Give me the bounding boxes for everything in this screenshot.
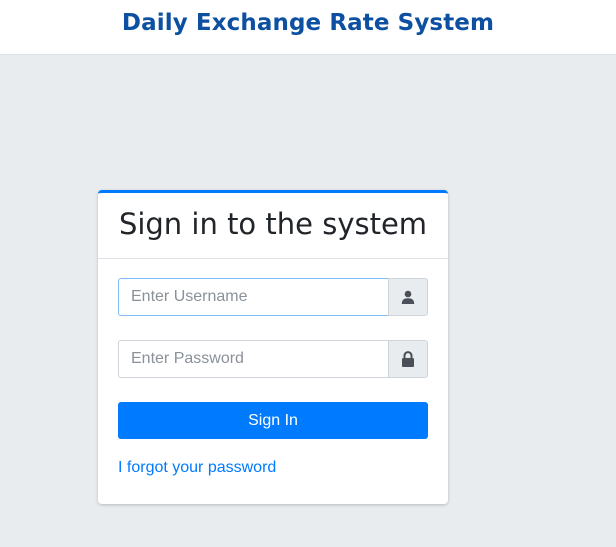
password-field-group xyxy=(118,340,428,378)
forgot-password-link[interactable]: I forgot your password xyxy=(118,459,276,477)
login-card: Sign in to the system Sign In I forgot xyxy=(98,190,448,504)
lock-icon xyxy=(401,351,415,367)
app-title: Daily Exchange Rate System xyxy=(121,10,495,36)
login-card-header: Sign in to the system xyxy=(98,193,448,259)
user-icon xyxy=(401,290,415,304)
username-input[interactable] xyxy=(118,278,388,316)
username-addon xyxy=(388,278,428,316)
password-addon xyxy=(388,340,428,378)
username-field-group xyxy=(118,278,428,316)
password-input[interactable] xyxy=(118,340,388,378)
sign-in-button[interactable]: Sign In xyxy=(118,402,428,439)
top-header: Daily Exchange Rate System xyxy=(0,0,616,55)
login-title: Sign in to the system xyxy=(118,207,428,241)
